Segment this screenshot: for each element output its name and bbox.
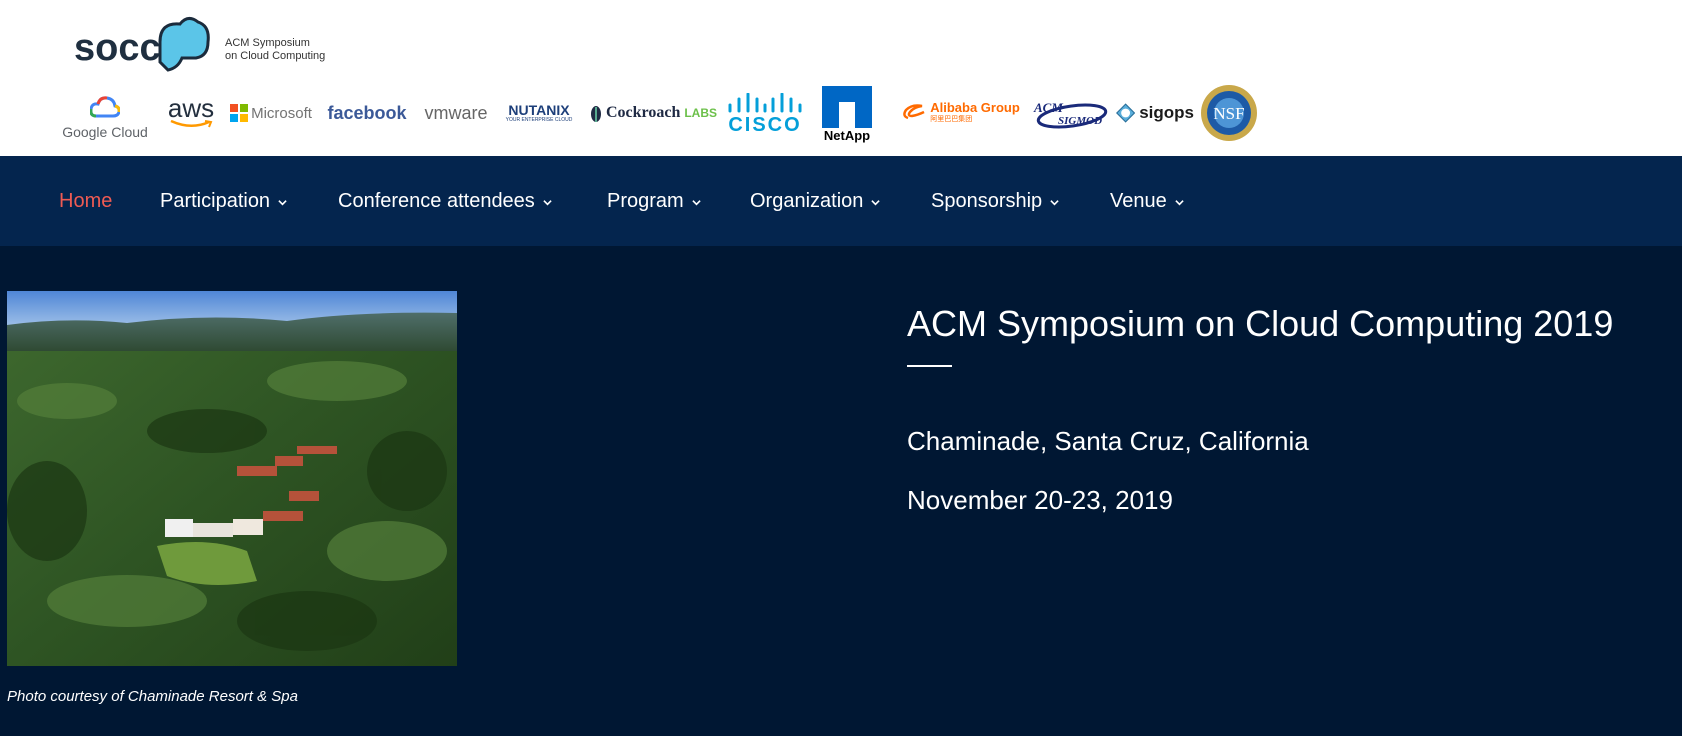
sponsor-google-cloud[interactable]: Google Cloud bbox=[60, 90, 150, 146]
tagline-line1: ACM Symposium bbox=[225, 37, 310, 49]
nutanix-sublabel: YOUR ENTERPRISE CLOUD bbox=[505, 117, 573, 123]
nav-program[interactable]: Program bbox=[607, 190, 701, 213]
nav-venue-label: Venue bbox=[1110, 190, 1167, 212]
sponsor-vmware[interactable]: vmware bbox=[417, 100, 495, 126]
title-divider bbox=[907, 365, 952, 367]
chevron-down-icon bbox=[543, 200, 552, 206]
nav-participation-label: Participation bbox=[160, 190, 271, 212]
sponsor-cockroach-labs[interactable]: Cockroach LABS bbox=[585, 100, 721, 126]
nav-organization-label: Organization bbox=[750, 190, 864, 212]
cockroach-labs-label: LABS bbox=[684, 106, 718, 120]
chevron-down-icon bbox=[692, 200, 701, 206]
nav-conference-attendees[interactable]: Conference attendees bbox=[338, 190, 552, 213]
vmware-label: vmware bbox=[424, 102, 488, 123]
cockroach-icon bbox=[590, 106, 601, 122]
facebook-label: facebook bbox=[327, 102, 407, 123]
site-header: socc ACM Symposium on Cloud Computing Go… bbox=[0, 0, 1682, 156]
nav-venue[interactable]: Venue bbox=[1110, 190, 1184, 213]
nsf-text: NSF bbox=[1213, 104, 1244, 123]
alibaba-icon bbox=[903, 104, 925, 120]
acm-sigmod-icon: ACM SIGMOD bbox=[1033, 100, 1108, 129]
nav-program-label: Program bbox=[607, 190, 684, 212]
sigops-acm-icon bbox=[1116, 103, 1136, 123]
nav-participation[interactable]: Participation bbox=[160, 190, 287, 213]
sponsor-nsf[interactable]: NSF bbox=[1200, 84, 1258, 142]
netapp-label: NetApp bbox=[823, 127, 871, 143]
chevron-down-icon bbox=[1175, 200, 1184, 206]
venue-photo bbox=[7, 291, 457, 666]
sponsor-acm-sigmod[interactable]: ACM SIGMOD bbox=[1032, 98, 1110, 130]
event-dates: November 20-23, 2019 bbox=[907, 485, 1173, 515]
sponsor-netapp[interactable]: NetApp bbox=[820, 84, 874, 144]
photo-caption: Photo courtesy of Chaminade Resort & Spa bbox=[7, 688, 298, 705]
alibaba-sublabel: 阿里巴巴集团 bbox=[930, 115, 973, 123]
chevron-down-icon bbox=[278, 200, 287, 206]
aws-label: aws bbox=[167, 93, 215, 123]
tagline-line2: on Cloud Computing bbox=[225, 50, 326, 62]
sponsor-nutanix[interactable]: NUTANIX YOUR ENTERPRISE CLOUD bbox=[500, 100, 578, 126]
page-title: ACM Symposium on Cloud Computing 2019 bbox=[907, 303, 1614, 344]
socc-logo[interactable]: socc bbox=[72, 12, 210, 74]
nav-home[interactable]: Home bbox=[59, 190, 112, 213]
nsf-seal-icon: NSF bbox=[1201, 85, 1257, 141]
acm-text: ACM bbox=[1033, 100, 1063, 115]
sponsor-aws[interactable]: aws bbox=[163, 92, 219, 132]
sponsor-facebook[interactable]: facebook bbox=[327, 100, 407, 126]
aws-smile-icon bbox=[170, 120, 213, 128]
microsoft-label: Microsoft bbox=[251, 104, 312, 122]
google-cloud-icon bbox=[90, 96, 120, 118]
sponsor-cisco[interactable]: CISCO bbox=[725, 92, 805, 136]
alibaba-label: Alibaba Group bbox=[930, 99, 1020, 115]
cockroach-label: Cockroach bbox=[605, 104, 681, 121]
chevron-down-icon bbox=[1050, 200, 1059, 206]
nav-home-label: Home bbox=[59, 190, 113, 212]
event-location: Chaminade, Santa Cruz, California bbox=[907, 426, 1309, 456]
sponsor-microsoft[interactable]: Microsoft bbox=[227, 103, 315, 123]
cisco-label: CISCO bbox=[728, 114, 802, 136]
sponsor-sigops[interactable]: sigops bbox=[1116, 98, 1194, 128]
nav-organization[interactable]: Organization bbox=[750, 190, 881, 213]
nav-sponsorship[interactable]: Sponsorship bbox=[931, 190, 1059, 213]
chevron-down-icon bbox=[871, 200, 881, 206]
sponsor-alibaba[interactable]: Alibaba Group 阿里巴巴集团 bbox=[900, 98, 1022, 126]
sigmod-text: SIGMOD bbox=[1058, 115, 1102, 127]
cisco-bars-icon bbox=[728, 93, 802, 113]
netapp-icon bbox=[822, 85, 872, 128]
nav-sponsorship-label: Sponsorship bbox=[931, 190, 1043, 212]
socc-tagline: ACM Symposium on Cloud Computing bbox=[225, 37, 325, 63]
socc-logo-text: socc bbox=[74, 27, 161, 69]
google-cloud-label: Google Cloud bbox=[62, 124, 148, 140]
sigops-label: sigops bbox=[1139, 103, 1194, 122]
microsoft-icon bbox=[230, 104, 249, 122]
nav-conference-attendees-label: Conference attendees bbox=[338, 190, 535, 212]
nutanix-label: NUTANIX bbox=[508, 102, 570, 118]
